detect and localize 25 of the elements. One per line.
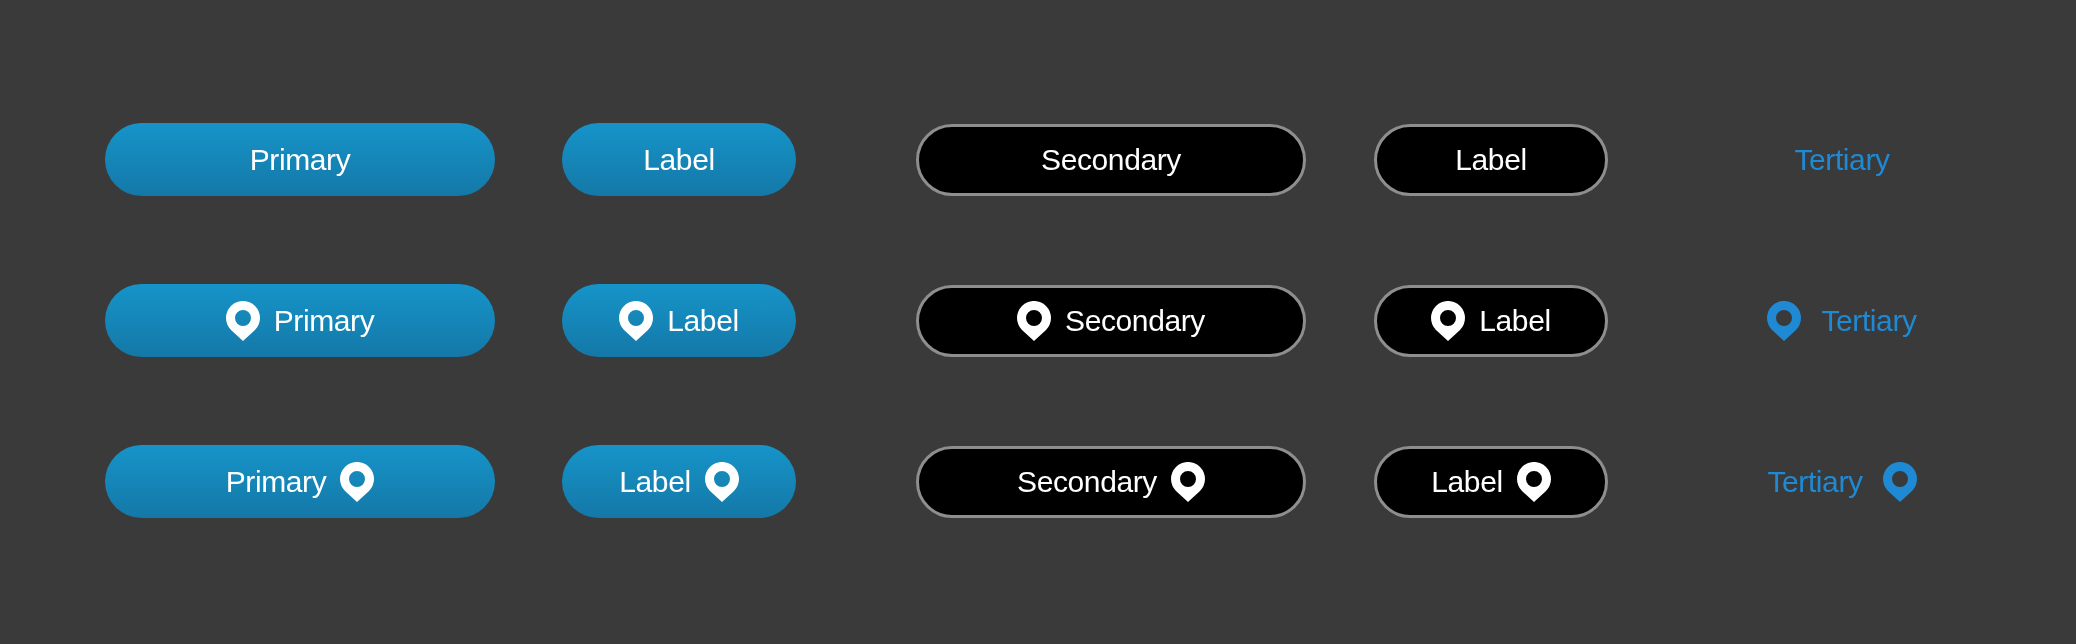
map-pin-icon	[704, 461, 739, 502]
map-pin-icon	[225, 300, 260, 341]
map-pin-icon	[1170, 461, 1205, 502]
secondary-button[interactable]: Secondary	[916, 445, 1306, 518]
secondary-button[interactable]: Label	[1374, 445, 1608, 518]
primary-button[interactable]: Primary	[105, 123, 495, 196]
tertiary-button[interactable]: Tertiary	[1767, 294, 1917, 347]
map-pin-icon	[1767, 300, 1802, 341]
tertiary-button[interactable]: Tertiary	[1767, 455, 1917, 508]
secondary-button[interactable]: Secondary	[916, 123, 1306, 196]
primary-button[interactable]: Primary	[105, 284, 495, 357]
tertiary-button[interactable]: Tertiary	[1794, 138, 1890, 181]
primary-button[interactable]: Label	[562, 123, 796, 196]
map-pin-icon	[340, 461, 375, 502]
map-pin-icon	[619, 300, 654, 341]
primary-button[interactable]: Label	[562, 284, 796, 357]
map-pin-icon	[1017, 300, 1052, 341]
map-pin-icon	[1882, 461, 1917, 502]
primary-button[interactable]: Primary	[105, 445, 495, 518]
map-pin-icon	[1431, 300, 1466, 341]
secondary-button[interactable]: Label	[1374, 284, 1608, 357]
map-pin-icon	[1516, 461, 1551, 502]
secondary-button[interactable]: Label	[1374, 123, 1608, 196]
secondary-button[interactable]: Secondary	[916, 284, 1306, 357]
primary-button[interactable]: Label	[562, 445, 796, 518]
